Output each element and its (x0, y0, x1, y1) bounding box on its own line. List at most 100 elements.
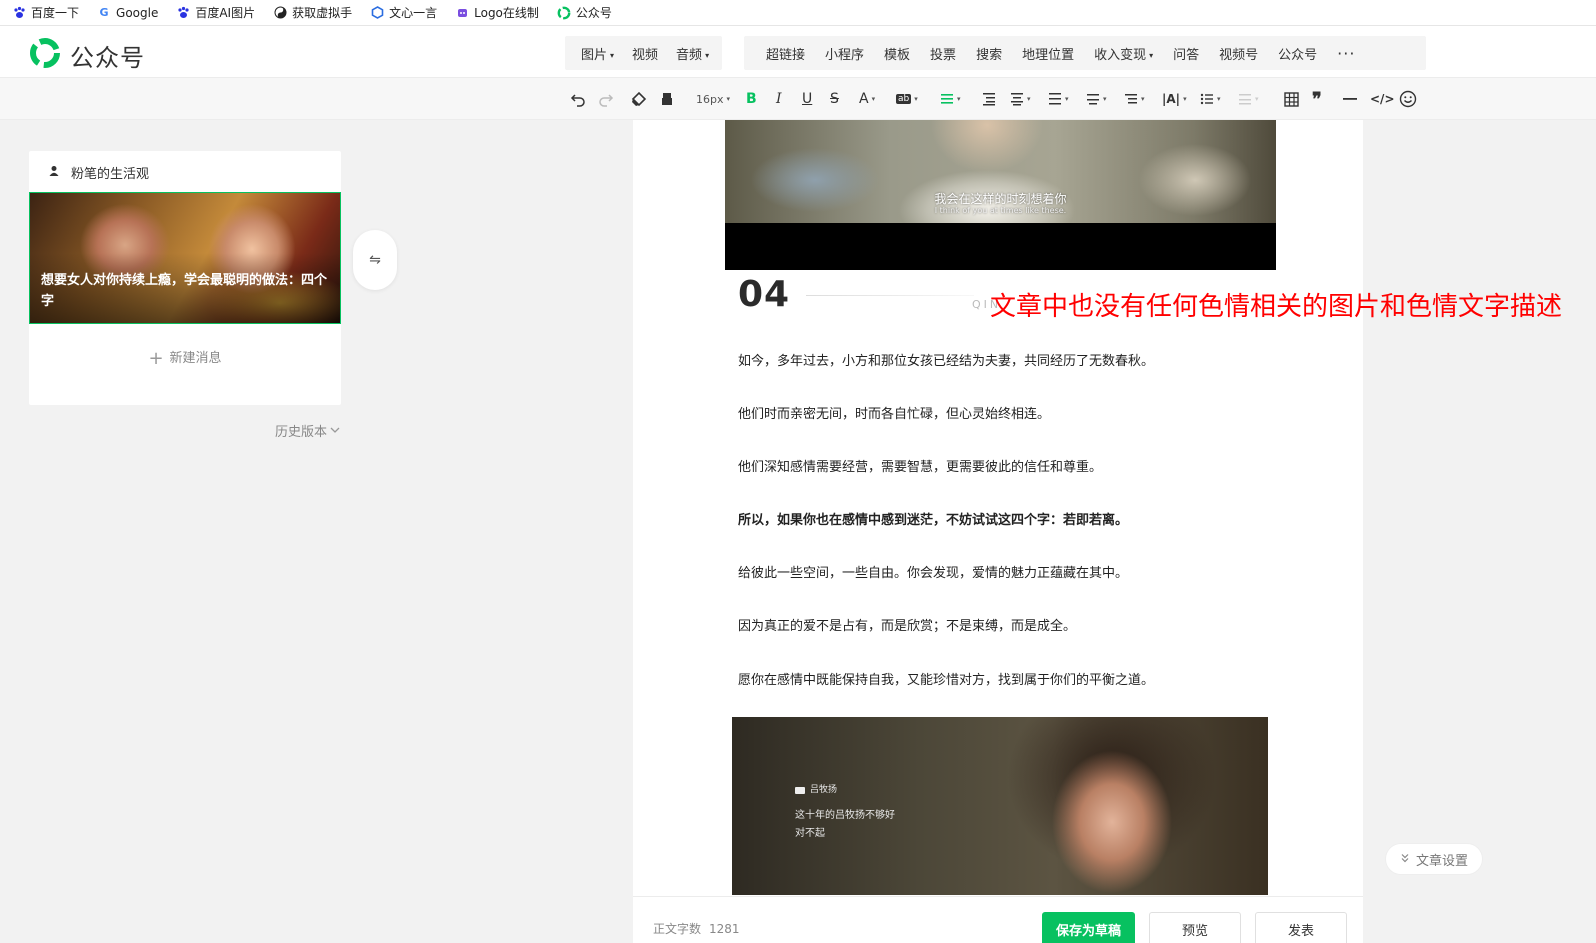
history-version-toggle[interactable]: 历史版本 (275, 421, 340, 440)
strikethrough-icon[interactable]: S (830, 90, 839, 108)
first-line-indent-icon[interactable]: ▾ (1238, 90, 1259, 108)
align-center-icon[interactable]: ▾ (1010, 90, 1031, 108)
image-overlay-text: 吕牧扬 这十年的吕牧扬不够好 对不起 (795, 781, 895, 843)
vertical-align-icon[interactable]: ▾ (1048, 90, 1069, 108)
eraser-icon[interactable] (660, 90, 674, 108)
image-line: 这十年的吕牧扬不够好 (795, 810, 895, 821)
bookmark-wenxin[interactable]: 文心一言 (370, 4, 437, 21)
bookmark-mp[interactable]: 公众号 (557, 4, 612, 21)
article-image-film-still[interactable]: 我会在这样的时刻想着你 I think of you at times like… (725, 120, 1276, 270)
account-name: 粉笔的生活观 (71, 167, 150, 182)
article-settings-label: 文章设置 (1415, 853, 1468, 869)
divider-icon[interactable] (1342, 90, 1358, 108)
bookmarks-bar: 百度一下 G Google 百度AI图片 获取虚拟手 文心一言 Logo在线制 … (0, 0, 1596, 26)
bookmark-virtual-phone[interactable]: 获取虚拟手 (273, 4, 352, 21)
dropdown-caret-icon: ▾ (610, 50, 615, 60)
article-settings-button[interactable]: 文章设置 (1385, 843, 1483, 875)
insert-image[interactable]: 图片 ▾ (572, 44, 623, 63)
paragraph[interactable]: 给彼此一些空间，一些自由。你会发现，爱情的魅力正蕴藏在其中。 (738, 562, 1128, 581)
insert-label: 图片 (581, 47, 608, 63)
wechat-mp-logo-icon (28, 36, 62, 74)
word-count-label: 正文字数 (653, 922, 702, 936)
bookmark-label: 获取虚拟手 (292, 6, 353, 20)
format-brush-icon[interactable] (630, 90, 648, 108)
wechat-mp-icon (557, 6, 571, 20)
new-message-button[interactable]: + 新建消息 (29, 347, 341, 369)
robot-icon (455, 6, 469, 20)
word-count-value: 1281 (709, 922, 740, 936)
app-header: 公众号 图片 ▾ 视频 音频 ▾ 超链接 小程序 模板 投票 搜索 地理位置 收入变… (0, 26, 1596, 78)
code-icon[interactable]: </> (1370, 90, 1395, 108)
mail-icon (795, 786, 805, 794)
insert-official-account[interactable]: 公众号 (1268, 44, 1327, 63)
paragraph[interactable]: 因为真正的爱不是占有，而是欣赏；不是束缚，而是成全。 (738, 615, 1076, 634)
insert-search[interactable]: 搜索 (966, 44, 1012, 63)
hexagon-icon (370, 6, 384, 20)
insert-location[interactable]: 地理位置 (1012, 44, 1084, 63)
insert-monetize[interactable]: 收入变现 ▾ (1084, 44, 1163, 63)
font-size-select[interactable]: 16px ▾ (696, 90, 730, 108)
redo-icon[interactable] (598, 90, 614, 108)
article-cover-card[interactable]: 想要女人对你持续上瘾，学会最聪明的做法：四个字 (29, 192, 341, 324)
insert-vote[interactable]: 投票 (920, 44, 966, 63)
publish-button[interactable]: 发表 (1255, 912, 1347, 943)
insert-audio[interactable]: 音频 ▾ (667, 44, 718, 63)
table-icon[interactable] (1284, 90, 1299, 108)
dropdown-caret-icon: ▾ (705, 50, 710, 60)
paragraph-spacing-icon[interactable]: ▾ (1086, 90, 1107, 108)
preview-button[interactable]: 预览 (1149, 912, 1241, 943)
logo-text: 公众号 (70, 43, 145, 72)
article-image-girl[interactable]: 吕牧扬 这十年的吕牧扬不够好 对不起 (732, 717, 1268, 895)
undo-icon[interactable] (570, 90, 586, 108)
history-label: 历史版本 (275, 425, 328, 440)
google-g-icon: G (99, 6, 109, 19)
article-title: 想要女人对你持续上瘾，学会最聪明的做法：四个字 (41, 273, 328, 309)
insert-template[interactable]: 模板 (874, 44, 920, 63)
red-annotation: 文章中也没有任何色情相关的图片和色情文字描述 (990, 292, 1563, 322)
bookmark-logo-maker[interactable]: Logo在线制 (455, 4, 539, 21)
font-color-icon[interactable]: A ▾ (859, 90, 875, 108)
article-list-card: 粉笔的生活观 想要女人对你持续上瘾，学会最聪明的做法：四个字 + 新建消息 (29, 151, 341, 405)
word-count: 正文字数 1281 (653, 920, 740, 937)
paragraph[interactable]: 他们时而亲密无间，时而各自忙碌，但心灵始终相连。 (738, 403, 1050, 422)
paragraph[interactable]: 如今，多年过去，小方和那位女孩已经结为夫妻，共同经历了无数春秋。 (738, 350, 1154, 369)
insert-video[interactable]: 视频 (623, 44, 667, 63)
insert-channels[interactable]: 视频号 (1209, 44, 1268, 63)
emoji-icon[interactable] (1399, 90, 1417, 108)
bookmark-baidu[interactable]: 百度一下 (12, 4, 79, 21)
letter-spacing-icon[interactable]: |A| ▾ (1162, 90, 1187, 108)
more-icon[interactable]: ··· (1337, 44, 1355, 63)
swap-panel-button[interactable]: ⇋ (353, 230, 397, 290)
align-icon[interactable]: ▾ (940, 90, 961, 108)
bookmark-label: 公众号 (575, 6, 612, 20)
background-color-icon[interactable]: ab ▾ (896, 90, 918, 108)
insert-mini-program[interactable]: 小程序 (815, 44, 874, 63)
insert-label: 音频 (676, 47, 703, 63)
bold-icon[interactable]: B (746, 90, 757, 108)
save-draft-button[interactable]: 保存为草稿 (1042, 912, 1135, 943)
insert-hyperlink[interactable]: 超链接 (756, 44, 815, 63)
indent-icon[interactable] (982, 90, 996, 108)
account-header: 粉笔的生活观 (49, 163, 149, 182)
italic-icon[interactable]: I (776, 90, 782, 108)
chevron-down-icon (330, 423, 340, 438)
film-still-scene: 我会在这样的时刻想着你 I think of you at times like… (725, 120, 1276, 223)
swap-arrows-icon: ⇋ (369, 252, 381, 268)
insert-qa[interactable]: 问答 (1163, 44, 1209, 63)
bookmark-label: 百度AI图片 (195, 6, 256, 20)
font-size-value: 16px (696, 92, 724, 106)
logo[interactable]: 公众号 (28, 36, 145, 74)
list-icon[interactable]: ▾ (1200, 90, 1221, 108)
bookmark-google[interactable]: G Google (97, 5, 159, 20)
paragraph-bold[interactable]: 所以，如果你也在感情中感到迷茫，不妨试试这四个字：若即若离。 (738, 509, 1128, 528)
bookmark-label: Google (116, 5, 159, 20)
bookmark-baidu-ai-image[interactable]: 百度AI图片 (176, 4, 255, 21)
paragraph[interactable]: 他们深知感情需要经营，需要智慧，更需要彼此的信任和尊重。 (738, 456, 1102, 475)
line-height-icon[interactable]: ▾ (1124, 90, 1145, 108)
insert-media-group: 图片 ▾ 视频 音频 ▾ (565, 36, 722, 70)
underline-icon[interactable]: U (802, 90, 812, 108)
bookmark-label: Logo在线制 (474, 6, 539, 20)
paragraph[interactable]: 愿你在感情中既能保持自我，又能珍惜对方，找到属于你们的平衡之道。 (738, 669, 1154, 688)
section-number: 04 (738, 274, 791, 315)
quote-icon[interactable]: ❞ (1312, 89, 1322, 110)
